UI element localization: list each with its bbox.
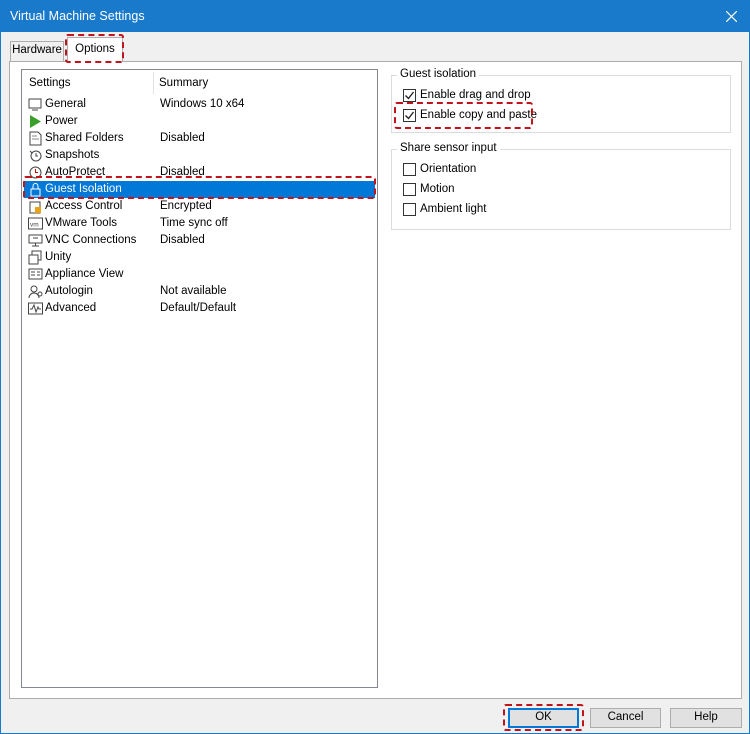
list-item-power[interactable]: Power [24,113,375,130]
monitor-icon [28,97,43,112]
list-item-summary: Default/Default [160,302,237,314]
list-item-guest-isolation[interactable]: Guest Isolation [24,181,375,198]
window-title: Virtual Machine Settings [10,9,145,23]
list-header: Settings Summary [22,70,377,96]
list-item-shared-folders[interactable]: Shared Folders Disabled [24,130,375,147]
list-item-advanced[interactable]: Advanced Default/Default [24,300,375,317]
waveform-icon [28,301,43,316]
list-item-autologin[interactable]: Autologin Not available [24,283,375,300]
list-item-label: Shared Folders [45,132,124,144]
clock-icon [28,165,43,180]
list-item-summary: Disabled [160,166,205,178]
share-sensor-group: Share sensor input Orientation Motion Am… [391,142,731,230]
tab-options[interactable]: Options [67,37,123,62]
header-settings[interactable]: Settings [29,77,71,89]
list-item-summary: Windows 10 x64 [160,98,245,110]
settings-window: Virtual Machine Settings Hardware Option… [0,0,750,734]
orientation-checkbox-row[interactable]: Orientation [403,162,603,178]
list-item-label: AutoProtect [45,166,106,178]
motion-checkbox[interactable] [403,183,416,196]
close-icon [725,10,737,22]
list-item-access-control[interactable]: Access Control Encrypted [24,198,375,215]
close-button[interactable] [719,4,743,28]
group-title: Guest isolation [397,68,480,80]
list-item-vmware-tools[interactable]: vm VMware Tools Time sync off [24,215,375,232]
list-item-label: Access Control [45,200,123,212]
play-icon [28,114,43,129]
list-item-label: General [45,98,86,110]
list-item-unity[interactable]: Unity [24,249,375,266]
motion-label: Motion [420,183,455,195]
list-item-label: Autologin [45,285,93,297]
list-item-summary: Time sync off [160,217,228,229]
settings-list: Settings Summary General Windows 10 x64 … [21,69,378,688]
list-item-general[interactable]: General Windows 10 x64 [24,96,375,113]
list-item-label: Appliance View [45,268,124,280]
list-item-label: VNC Connections [45,234,137,246]
tab-hardware[interactable]: Hardware [10,41,64,61]
list-item-vnc-connections[interactable]: VNC Connections Disabled [24,232,375,249]
list-item-autoprotect[interactable]: AutoProtect Disabled [24,164,375,181]
appliance-icon [28,267,43,282]
title-bar: Virtual Machine Settings [1,1,749,32]
user-icon [28,284,43,299]
motion-checkbox-row[interactable]: Motion [403,182,603,198]
orientation-label: Orientation [420,163,477,175]
copy-paste-label: Enable copy and paste [420,109,538,121]
list-item-summary: Encrypted [160,200,212,212]
drag-drop-label: Enable drag and drop [420,89,531,101]
list-item-label: Guest Isolation [45,183,122,195]
orientation-checkbox[interactable] [403,163,416,176]
list-item-appliance-view[interactable]: Appliance View [24,266,375,283]
network-icon [28,233,43,248]
copy-paste-checkbox[interactable] [403,109,416,122]
list-item-label: VMware Tools [45,217,118,229]
guest-isolation-group: Guest isolation Enable drag and drop Ena… [391,68,731,133]
list-item-label: Power [45,115,78,127]
list-item-label: Snapshots [45,149,100,161]
header-divider [153,72,154,94]
list-item-summary: Not available [160,285,227,297]
list-item-summary: Disabled [160,234,205,246]
drag-drop-checkbox-row[interactable]: Enable drag and drop [403,88,603,104]
vm-icon: vm [28,216,43,231]
folder-icon [28,131,43,146]
windows-icon [28,250,43,265]
camera-icon [28,148,43,163]
ambient-light-checkbox-row[interactable]: Ambient light [403,202,603,218]
drag-drop-checkbox[interactable] [403,89,416,102]
group-title: Share sensor input [397,142,500,154]
ok-button[interactable]: OK [508,708,579,728]
header-summary[interactable]: Summary [159,77,208,89]
copy-paste-checkbox-row[interactable]: Enable copy and paste [403,108,603,124]
lock-icon [28,182,43,197]
list-item-label: Advanced [45,302,97,314]
help-button[interactable]: Help [670,708,742,728]
ambient-light-label: Ambient light [420,203,487,215]
cancel-button[interactable]: Cancel [590,708,661,728]
svg-text:vm: vm [30,222,39,229]
ambient-light-checkbox[interactable] [403,203,416,216]
padlock-icon [28,199,43,214]
list-item-label: Unity [45,251,72,263]
list-item-summary: Disabled [160,132,205,144]
list-item-snapshots[interactable]: Snapshots [24,147,375,164]
